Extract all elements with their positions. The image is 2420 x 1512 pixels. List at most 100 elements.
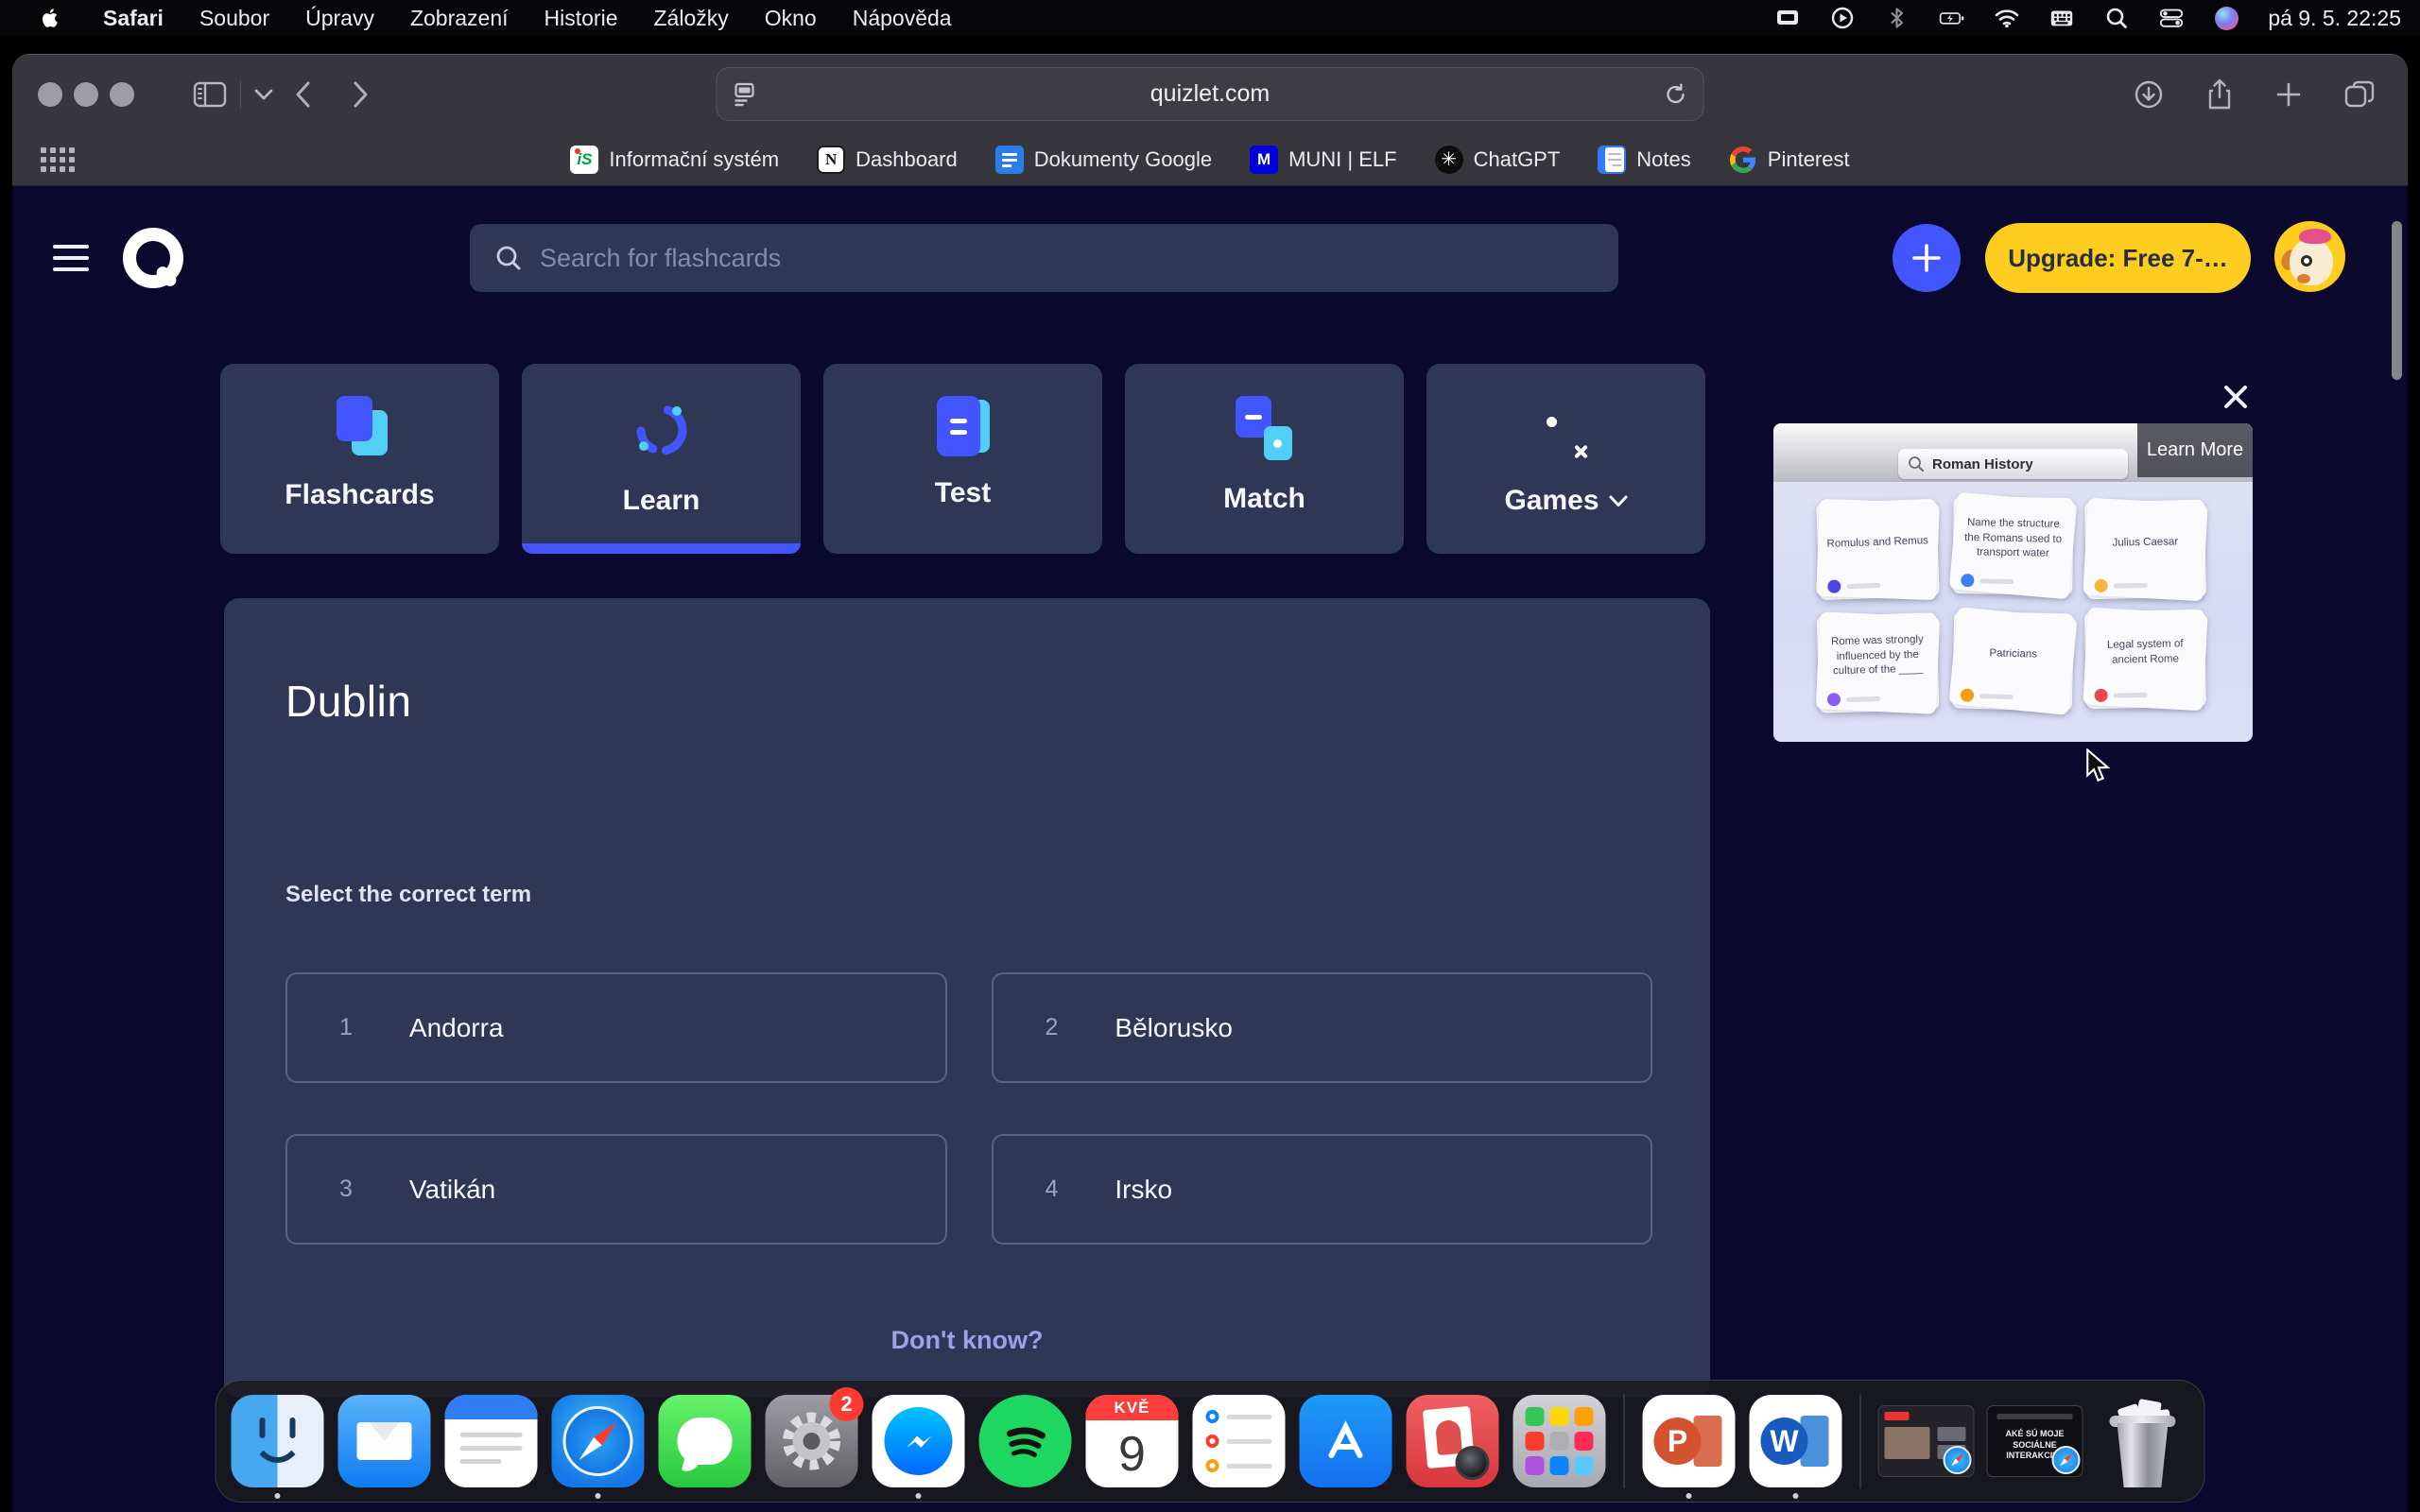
tab-match[interactable]: Match (1125, 364, 1404, 554)
dock-reminders-icon[interactable] (1193, 1395, 1286, 1487)
dock-app-store-icon[interactable] (1300, 1395, 1392, 1487)
dock-notes-icon[interactable] (445, 1395, 538, 1487)
promo-flashcard[interactable]: Romulus and Remus (1816, 499, 1940, 600)
dock-finder-icon[interactable] (232, 1395, 324, 1487)
answer-option-1[interactable]: 1 Andorra (285, 972, 947, 1083)
menu-item-upravy[interactable]: Úpravy (287, 0, 392, 36)
menu-item-historie[interactable]: Historie (527, 0, 636, 36)
apple-menu[interactable] (0, 0, 85, 36)
downloads-button[interactable] (2134, 79, 2164, 110)
avatar (2095, 689, 2108, 702)
tab-learn[interactable]: Learn (522, 364, 801, 554)
promo-flashcard[interactable]: Name the structure the Romans used to tr… (1952, 496, 2074, 595)
menu-item-zobrazeni[interactable]: Zobrazení (392, 0, 527, 36)
bookmark-muni-elf[interactable]: MMUNI | ELF (1250, 146, 1397, 174)
promo-flashcard[interactable]: Patricians (1952, 610, 2075, 711)
tab-flashcards[interactable]: Flashcards (220, 364, 499, 554)
siri-icon[interactable] (2213, 5, 2239, 31)
chevron-down-icon (1609, 495, 1628, 507)
tab-test[interactable]: Test (823, 364, 1102, 554)
zoom-window-button[interactable] (110, 82, 134, 107)
option-label: Andorra (409, 1013, 504, 1043)
bookmark-dokumenty-google[interactable]: Dokumenty Google (995, 146, 1212, 174)
minimize-window-button[interactable] (74, 82, 98, 107)
menu-item-soubor[interactable]: Soubor (182, 0, 287, 36)
spotlight-search-icon[interactable] (2103, 5, 2130, 31)
hamburger-menu-icon[interactable] (53, 245, 89, 271)
dock-mail-icon[interactable] (338, 1395, 431, 1487)
menu-item-okno[interactable]: Okno (747, 0, 835, 36)
dock-messenger-icon[interactable] (873, 1395, 965, 1487)
bookmark-notes[interactable]: Notes (1598, 146, 1690, 174)
dock-calendar-icon[interactable]: KVĚ9 (1086, 1395, 1179, 1487)
wifi-icon[interactable] (1994, 5, 2020, 31)
sidebar-chevron-button[interactable] (254, 89, 273, 100)
dock-trash-icon[interactable] (2097, 1395, 2189, 1487)
page-scrollbar[interactable] (2392, 221, 2402, 380)
username-placeholder (2114, 582, 2148, 588)
bookmark-informacni-system[interactable]: iSInformační systém (570, 146, 779, 174)
promo-close-icon[interactable] (2221, 382, 2251, 412)
back-button[interactable] (294, 80, 311, 109)
display-icon[interactable] (1774, 5, 1801, 31)
dock-launchpad-icon[interactable] (1513, 1395, 1606, 1487)
promo-flashcard[interactable]: Rome was strongly influenced by the cult… (1817, 612, 1940, 713)
dock-safari-icon[interactable] (552, 1395, 645, 1487)
dock-messages-icon[interactable] (659, 1395, 752, 1487)
tab-games[interactable]: Games (1426, 364, 1705, 554)
dock-word-icon[interactable]: W (1750, 1395, 1842, 1487)
dock-spotify-icon[interactable] (979, 1395, 1072, 1487)
avatar (1961, 689, 1974, 702)
url-text[interactable]: quizlet.com (757, 80, 1664, 108)
google-docs-icon (995, 146, 1024, 174)
control-center-icon[interactable] (2158, 5, 2185, 31)
macos-menu-bar: Safari Soubor Úpravy Zobrazení Historie … (0, 0, 2420, 36)
play-icon[interactable] (1829, 5, 1856, 31)
quizlet-logo[interactable] (123, 228, 183, 288)
calendar-day: 9 (1086, 1420, 1179, 1487)
safari-badge-icon (2052, 1446, 2081, 1474)
minimized-safari-window-1[interactable] (1879, 1406, 1974, 1476)
dont-know-link[interactable]: Don't know? (224, 1326, 1710, 1355)
new-tab-button[interactable] (2275, 81, 2302, 108)
menu-item-zalozky[interactable]: Záložky (636, 0, 747, 36)
reload-icon[interactable] (1664, 82, 1688, 107)
menu-item-napoveda[interactable]: Nápověda (835, 0, 970, 36)
upgrade-button[interactable]: Upgrade: Free 7-… (1985, 223, 2251, 293)
search-input[interactable] (540, 244, 1459, 273)
minimized-safari-window-2[interactable]: AKÉ SÚ MOJE SOCIÁLNE INTERAKCIE? (1988, 1406, 2083, 1476)
battery-charging-icon[interactable] (1939, 5, 1965, 31)
answer-option-4[interactable]: 4 Irsko (992, 1134, 1653, 1245)
promo-flashcard[interactable]: Julius Caesar (2084, 500, 2206, 599)
flashcard-text: Romulus and Remus (1825, 507, 1930, 579)
dock-powerpoint-icon[interactable]: P (1643, 1395, 1736, 1487)
keyboard-input-icon[interactable] (2048, 5, 2075, 31)
address-bar[interactable]: quizlet.com (717, 67, 1704, 121)
menu-bar-clock[interactable]: pá 9. 5. 22:25 (2268, 6, 2401, 31)
bookmark-chatgpt[interactable]: ✳ChatGPT (1435, 146, 1561, 174)
flashcard-text: Legal system of ancient Rome (2093, 617, 2197, 688)
answer-option-3[interactable]: 3 Vatikán (285, 1134, 947, 1245)
share-button[interactable] (2205, 78, 2234, 111)
bookmark-dashboard[interactable]: NDashboard (817, 146, 958, 174)
tab-overview-button[interactable] (2343, 79, 2376, 110)
user-avatar[interactable] (2274, 221, 2345, 292)
favorites-grid-icon[interactable] (41, 147, 75, 172)
flashcard-search-bar[interactable] (470, 224, 1618, 292)
avatar (1827, 693, 1841, 706)
dock-photo-booth-icon[interactable] (1407, 1395, 1499, 1487)
promo-popup[interactable]: Roman History Learn More Romulus and Rem… (1773, 423, 2253, 742)
bluetooth-icon[interactable] (1884, 5, 1910, 31)
create-button[interactable] (1893, 224, 1961, 292)
learn-more-button[interactable]: Learn More (2137, 423, 2253, 477)
close-window-button[interactable] (38, 82, 62, 107)
promo-search-bar[interactable]: Roman History (1898, 449, 2128, 479)
dock-system-settings-icon[interactable]: 2 (766, 1395, 858, 1487)
sidebar-toggle-button[interactable] (193, 81, 227, 108)
bookmark-pinterest[interactable]: Pinterest (1729, 146, 1850, 174)
promo-flashcard[interactable]: Legal system of ancient Rome (2084, 610, 2206, 709)
forward-button[interactable] (353, 80, 370, 109)
page-format-icon[interactable] (733, 81, 757, 108)
menu-item-safari[interactable]: Safari (85, 0, 182, 36)
answer-option-2[interactable]: 2 Bělorusko (992, 972, 1653, 1083)
